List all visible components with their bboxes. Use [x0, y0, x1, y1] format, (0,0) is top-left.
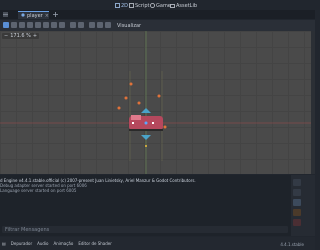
gizmo-arrow-up: [141, 108, 151, 113]
info-filter-icon[interactable]: [293, 199, 301, 206]
add-tab-icon[interactable]: [53, 12, 58, 17]
tab-audio[interactable]: Audio: [37, 241, 48, 246]
output-log: d Engine v4.4.1.stable.official (c) 2007…: [0, 178, 291, 193]
scene-canvas: [0, 31, 311, 174]
snap-icon[interactable]: [70, 22, 76, 28]
close-icon[interactable]: ×: [45, 13, 49, 19]
2d-icon: [115, 3, 120, 8]
warning-filter-icon[interactable]: [293, 209, 301, 216]
workspace-label: 2D: [121, 2, 129, 9]
pivot-point: [144, 121, 148, 125]
workspace-2d[interactable]: 2D: [115, 2, 128, 9]
workspace-assetlib[interactable]: AssetLib: [170, 2, 197, 9]
view-menu[interactable]: Visualizar: [117, 23, 141, 29]
output-panel: d Engine v4.4.1.stable.official (c) 2007…: [0, 175, 291, 236]
log-line: Language server started on port 6005: [0, 188, 77, 193]
particle-dot: [129, 82, 133, 86]
tab-animation[interactable]: Animação: [54, 241, 74, 246]
tab-shader-editor[interactable]: Editor de Shader: [78, 241, 112, 246]
zoom-level[interactable]: 171.6 %: [10, 33, 31, 39]
particle-dot: [157, 94, 161, 98]
pivot-tool-icon[interactable]: [43, 22, 49, 28]
pan-tool-icon[interactable]: [51, 22, 57, 28]
player-eye: [132, 122, 134, 124]
workspace-script[interactable]: Script: [129, 2, 150, 9]
workspace-label: Game: [156, 2, 171, 9]
game-icon: [150, 3, 155, 8]
filter-messages-input[interactable]: Filtrar Mensagens: [2, 226, 288, 233]
particle-dot: [137, 101, 141, 105]
viewport-header: − 171.6 % +: [2, 33, 40, 39]
grid-icon[interactable]: [78, 22, 84, 28]
tab-debugger[interactable]: Depurador: [11, 241, 32, 246]
group-icon[interactable]: [97, 22, 103, 28]
copy-log-icon[interactable]: [293, 189, 301, 196]
clear-log-icon[interactable]: [293, 179, 301, 186]
workspace-label: AssetLib: [176, 2, 198, 9]
particle-dot: [163, 125, 167, 129]
version-label: 4.4.1.stable: [280, 242, 304, 247]
scene-menu-icon[interactable]: [3, 12, 8, 17]
select-tool-icon[interactable]: [3, 22, 9, 28]
player-sprite-highlight: [131, 115, 141, 120]
zoom-in-icon[interactable]: +: [33, 33, 37, 39]
script-icon: [129, 3, 134, 8]
gizmo-arrow-down: [141, 135, 151, 140]
ruler-tool-icon[interactable]: [59, 22, 65, 28]
lock-icon[interactable]: [89, 22, 95, 28]
editor-toolbar: Visualizar: [0, 20, 315, 31]
tab-player[interactable]: player ×: [18, 11, 49, 19]
scene-tab-bar: player ×: [0, 10, 315, 19]
player-eye: [152, 122, 154, 124]
canvas-viewport[interactable]: − 171.6 % +: [0, 31, 315, 174]
player-sprite-shadow: [129, 129, 163, 131]
bottom-panel-tabs: ▤ Depurador Audio Animação Editor de Sha…: [0, 237, 315, 250]
assetlib-icon: [170, 3, 175, 8]
node-icon: [21, 12, 25, 19]
list-tool-icon[interactable]: [35, 22, 41, 28]
tab-title: player: [27, 12, 43, 19]
particle-dot: [124, 96, 128, 100]
anchor-handle: [145, 145, 147, 147]
workspace-label: Script: [135, 2, 150, 9]
tab-output[interactable]: ▤: [2, 241, 6, 246]
rotate-tool-icon[interactable]: [19, 22, 25, 28]
zoom-out-icon[interactable]: −: [4, 33, 8, 39]
error-filter-icon[interactable]: [293, 219, 301, 226]
top-bar: 2D Script Game AssetLib: [0, 0, 315, 10]
bone-icon[interactable]: [105, 22, 111, 28]
scale-tool-icon[interactable]: [27, 22, 33, 28]
particle-dot: [117, 106, 121, 110]
move-tool-icon[interactable]: [11, 22, 17, 28]
workspace-game[interactable]: Game: [150, 2, 171, 9]
output-filters: [291, 175, 315, 236]
